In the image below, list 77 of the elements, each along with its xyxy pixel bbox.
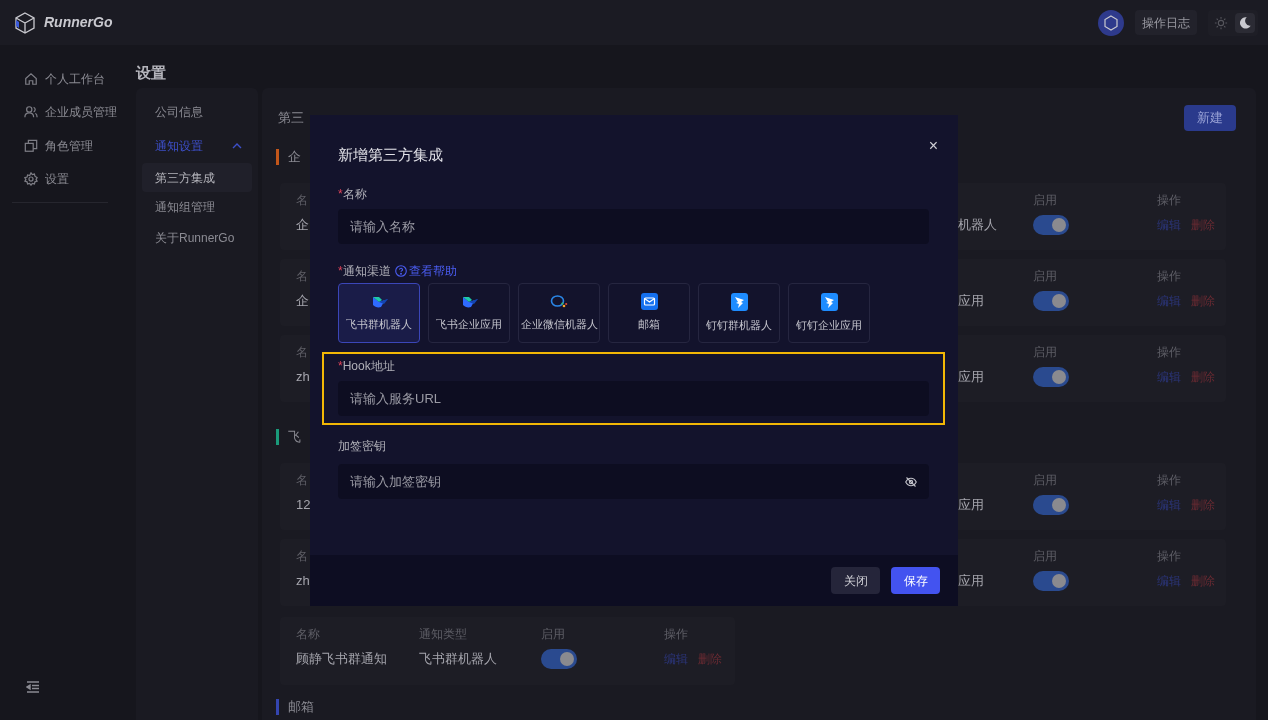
settings-icon [24,172,38,187]
toggle-switch[interactable] [1033,291,1069,311]
modal-title: 新增第三方集成 [338,145,444,165]
section-heading: 飞 [288,428,301,447]
field-label: 名称 [342,186,367,202]
nav-subitem[interactable]: 第三方集成 [142,163,252,192]
help-icon [394,265,407,277]
channel-option[interactable]: 钉钉企业应用 [788,283,870,343]
column-label: 操作 [664,626,689,642]
channel-option[interactable]: 飞书群机器人 [338,283,420,343]
column-label: 名 [296,472,309,488]
column-label: 操作 [1157,344,1182,360]
cell-text: 飞书群机器人 [419,650,497,669]
field-label: 通知渠道 [342,263,391,279]
column-label: 操作 [1157,548,1182,564]
column-label: 名 [296,548,309,564]
moon-icon[interactable] [1235,12,1255,33]
cell-text: 企 [296,216,309,235]
page-title: 设置 [136,63,167,83]
required-mark: * [338,186,343,202]
toggle-switch[interactable] [1033,495,1069,515]
channel-option[interactable]: 企业微信机器人 [518,283,600,343]
sidebar-item[interactable]: 角色管理 [45,136,93,155]
toggle-switch[interactable] [1033,367,1069,387]
nav-subitem[interactable]: 通知组管理 [142,192,252,221]
section-heading: 企 [288,148,301,167]
section-heading: 邮箱 [288,698,314,717]
field-label: Hook地址 [342,358,395,374]
logo-icon [14,11,36,34]
channel-option[interactable]: 飞书企业应用 [428,283,510,343]
cell-text: 应用 [958,292,984,311]
required-mark: * [338,358,343,374]
cell-text: 企 [296,292,309,311]
help-link[interactable]: 查看帮助 [394,263,457,279]
cell-text: 应用 [958,572,984,591]
sidebar-item[interactable]: 设置 [45,170,69,189]
chevron-icon[interactable] [232,143,242,149]
field-label: 加签密钥 [338,438,386,454]
log-button[interactable]: 操作日志 [1135,10,1197,35]
cell-text: 顾静飞书群通知 [296,650,387,669]
required-mark: * [338,263,343,279]
sidebar-item[interactable]: 个人工作台 [45,69,105,88]
column-label: 操作 [1157,192,1182,208]
cell-text: 12 [296,496,311,515]
toggle-switch[interactable] [541,649,577,669]
channel-option[interactable]: 钉钉群机器人 [698,283,780,343]
cell-text: zh [296,572,310,591]
chat-bubble-icon [550,293,568,310]
column-label: 名 [296,268,309,284]
toggle-switch[interactable] [1033,215,1069,235]
layers-icon [24,138,38,153]
column-label: 名 [296,344,309,360]
logo-text: RunnerGo [44,13,113,32]
nav-item[interactable]: 公司信息 [155,103,203,121]
home-icon [24,71,38,86]
cell-text: 应用 [958,368,984,387]
cell-text: 应用 [958,496,984,515]
avatar-icon[interactable] [1098,9,1124,36]
close-dialog-button[interactable]: 关闭 [831,567,880,594]
nav-item[interactable]: 关于RunnerGo [155,229,235,247]
sidebar-item[interactable]: 企业成员管理 [45,103,117,122]
toggle-switch[interactable] [1033,571,1069,591]
column-label: 名 [296,192,309,208]
mail-icon [640,293,658,311]
cell-text: 机器人 [958,216,997,235]
section-title: 第三 [278,109,304,128]
cell-text: zh [296,368,310,387]
column-label: 操作 [1157,268,1182,284]
column-label: 通知类型 [419,626,468,642]
save-button[interactable]: 保存 [891,567,940,594]
column-label: 名称 [296,626,321,642]
users-icon [24,105,38,120]
channel-option[interactable]: 邮箱 [608,283,690,343]
column-label: 操作 [1157,472,1182,488]
eye-slash-icon[interactable] [905,475,917,488]
close-button[interactable]: × [928,138,938,154]
new-button[interactable]: 新建 [1184,105,1236,131]
